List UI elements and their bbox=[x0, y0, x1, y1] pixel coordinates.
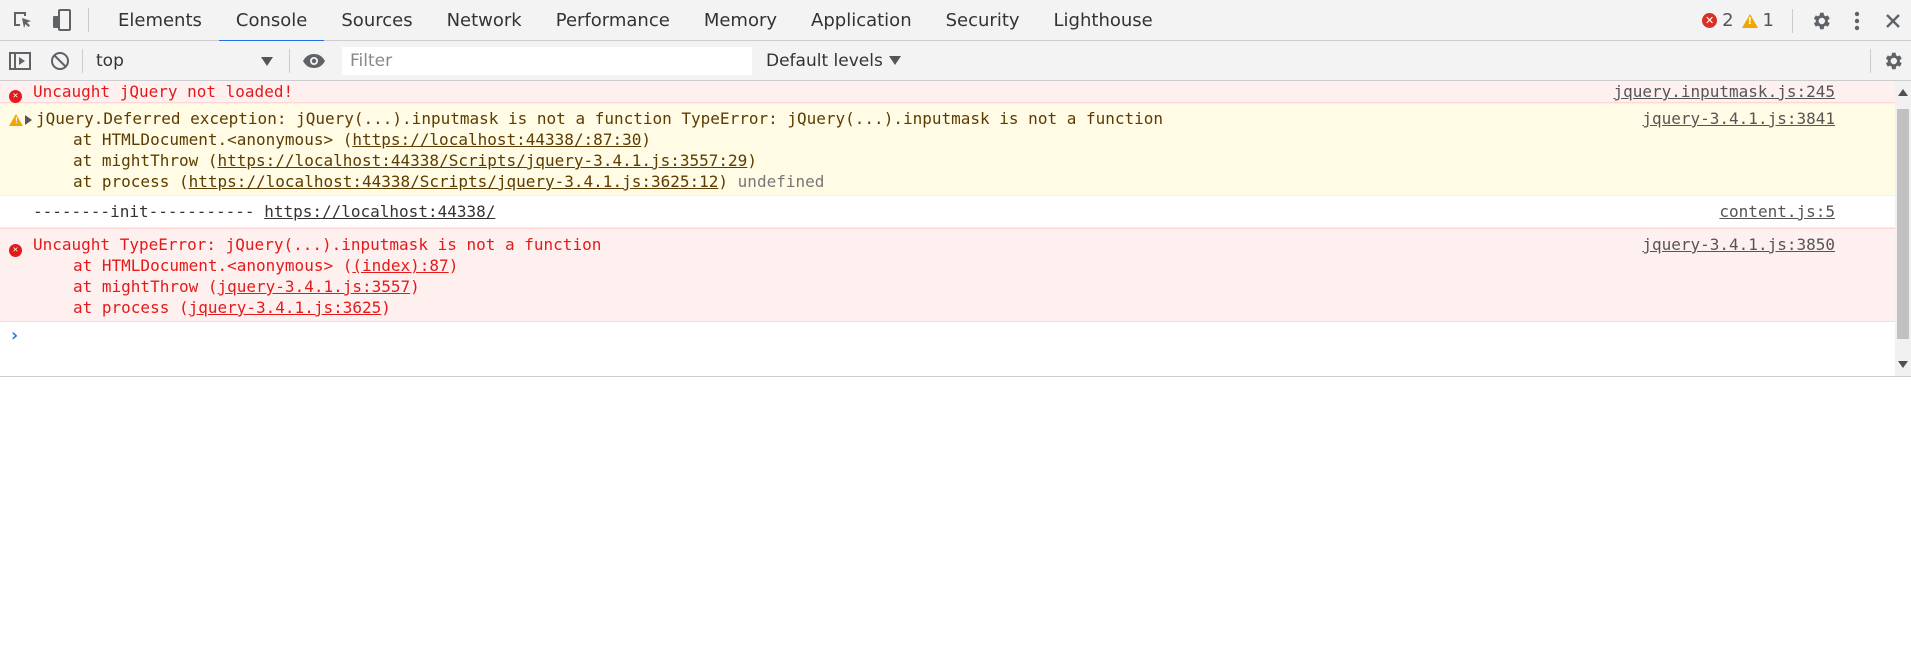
console-toolbar: top Filter Default levels bbox=[0, 41, 1911, 81]
message-text: Uncaught jQuery not loaded! bbox=[33, 82, 294, 101]
error-icon: ✕ bbox=[9, 236, 22, 257]
tab-memory[interactable]: Memory bbox=[687, 0, 794, 41]
tab-network[interactable]: Network bbox=[430, 0, 539, 41]
prompt-chevron-icon: › bbox=[9, 325, 20, 346]
error-icon: ✕ bbox=[9, 82, 22, 103]
tab-performance[interactable]: Performance bbox=[539, 0, 687, 41]
source-link[interactable]: content.js:5 bbox=[1719, 201, 1835, 222]
stack-link[interactable]: https://localhost:44338/Scripts/jquery-3… bbox=[218, 151, 748, 170]
tab-lighthouse[interactable]: Lighthouse bbox=[1037, 0, 1170, 41]
filter-placeholder: Filter bbox=[350, 50, 393, 71]
more-options-icon[interactable] bbox=[1839, 0, 1875, 41]
tab-sources[interactable]: Sources bbox=[324, 0, 429, 41]
message-text: --------init----------- bbox=[33, 202, 265, 221]
separator bbox=[1870, 49, 1871, 73]
console-scrollbar[interactable] bbox=[1895, 81, 1911, 376]
scroll-thumb[interactable] bbox=[1897, 109, 1909, 339]
console-settings-gear-icon[interactable] bbox=[1875, 41, 1911, 82]
stack-frame: at process (https://localhost:44338/Scri… bbox=[73, 172, 825, 191]
tab-application[interactable]: Application bbox=[794, 0, 929, 41]
settings-gear-icon[interactable] bbox=[1803, 0, 1839, 41]
expand-triangle-icon[interactable] bbox=[25, 114, 32, 125]
message-link[interactable]: https://localhost:44338/ bbox=[264, 202, 495, 221]
filter-input[interactable]: Filter bbox=[342, 46, 752, 75]
separator bbox=[82, 48, 83, 73]
message-text: jQuery.Deferred exception: jQuery(...).i… bbox=[36, 109, 1164, 128]
console-bottom-border bbox=[0, 376, 1911, 377]
source-link[interactable]: jquery.inputmask.js:245 bbox=[1613, 81, 1835, 102]
console-message-warning: ! jQuery.Deferred exception: jQuery(...)… bbox=[0, 103, 1895, 196]
context-value: top bbox=[96, 50, 124, 71]
console-message-error: ✕ Uncaught TypeError: jQuery(...).inputm… bbox=[0, 228, 1895, 322]
devtools-tabbar: Elements Console Sources Network Perform… bbox=[0, 0, 1911, 42]
dropdown-arrow-icon bbox=[888, 56, 901, 65]
warning-count: 1 bbox=[1762, 10, 1774, 31]
stack-frame: at HTMLDocument.<anonymous> ((index):87) bbox=[73, 256, 459, 275]
separator bbox=[1792, 8, 1793, 33]
stack-link[interactable]: (index):87 bbox=[352, 256, 448, 275]
console-prompt[interactable]: › bbox=[0, 322, 1895, 352]
levels-label: Default levels bbox=[766, 50, 883, 71]
warning-icon: ! bbox=[9, 110, 23, 131]
dropdown-arrow-icon bbox=[261, 56, 273, 66]
error-count: 2 bbox=[1722, 10, 1734, 31]
device-toolbar-icon[interactable] bbox=[42, 0, 82, 41]
separator bbox=[289, 48, 290, 73]
console-message-log: --------init----------- https://localhos… bbox=[0, 196, 1895, 228]
source-link[interactable]: jquery-3.4.1.js:3850 bbox=[1642, 234, 1835, 255]
undefined-value: undefined bbox=[737, 172, 825, 191]
stack-frame: at mightThrow (https://localhost:44338/S… bbox=[73, 151, 757, 170]
message-text: Uncaught TypeError: jQuery(...).inputmas… bbox=[33, 235, 602, 254]
warning-counter[interactable]: ! 1 bbox=[1741, 10, 1774, 31]
stack-link[interactable]: jquery-3.4.1.js:3625 bbox=[189, 298, 382, 317]
stack-frame: at HTMLDocument.<anonymous> (https://loc… bbox=[73, 130, 651, 149]
tab-elements[interactable]: Elements bbox=[101, 0, 219, 41]
stack-link[interactable]: jquery-3.4.1.js:3557 bbox=[218, 277, 411, 296]
scroll-down-arrow-icon[interactable] bbox=[1898, 361, 1908, 368]
inspect-element-icon[interactable] bbox=[2, 0, 42, 41]
context-selector[interactable]: top bbox=[85, 41, 285, 81]
tab-security[interactable]: Security bbox=[929, 0, 1037, 41]
warning-icon: ! bbox=[1741, 13, 1758, 28]
log-levels-dropdown[interactable]: Default levels bbox=[766, 51, 901, 71]
console-message-error: ✕ Uncaught jQuery not loaded! jquery.inp… bbox=[0, 81, 1895, 103]
sidebar-toggle-icon[interactable] bbox=[0, 40, 40, 81]
close-icon[interactable] bbox=[1875, 0, 1911, 41]
live-expression-eye-icon[interactable] bbox=[294, 40, 334, 81]
clear-console-icon[interactable] bbox=[40, 40, 80, 81]
stack-frame: at mightThrow (jquery-3.4.1.js:3557) bbox=[73, 277, 420, 296]
source-link[interactable]: jquery-3.4.1.js:3841 bbox=[1642, 108, 1835, 129]
stack-link[interactable]: https://localhost:44338/Scripts/jquery-3… bbox=[189, 172, 719, 191]
scroll-up-arrow-icon[interactable] bbox=[1898, 89, 1908, 96]
error-counter[interactable]: ✕ 2 bbox=[1702, 10, 1734, 31]
stack-frame: at process (jquery-3.4.1.js:3625) bbox=[73, 298, 391, 317]
tab-console[interactable]: Console bbox=[218, 0, 325, 42]
stack-link[interactable]: https://localhost:44338/:87:30 bbox=[352, 130, 641, 149]
console-messages: ✕ Uncaught jQuery not loaded! jquery.inp… bbox=[0, 81, 1895, 376]
error-icon: ✕ bbox=[1702, 13, 1718, 28]
separator bbox=[88, 8, 89, 32]
